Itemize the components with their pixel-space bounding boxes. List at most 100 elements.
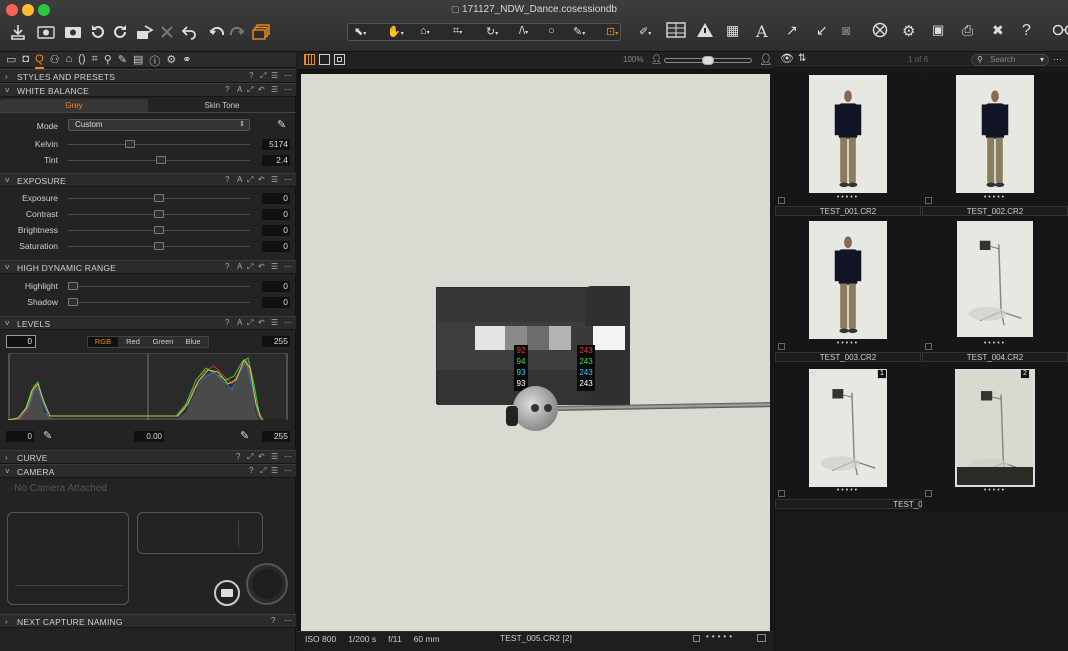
tab-grey[interactable]: Grey [0,99,148,112]
rotate-right-icon[interactable] [110,20,132,44]
section-styles-presets[interactable]: › STYLES AND PRESETS? ⤢ ☰ ⋯ [0,69,296,83]
rotate-cursor-icon[interactable]: ↻▾ [486,25,512,39]
exposure-slider-knob[interactable] [154,194,164,202]
thumbnail-rating[interactable]: ••••• [922,487,1068,494]
live-view-button[interactable] [214,580,240,606]
export-icon[interactable] [134,20,156,44]
crop-cursor-icon[interactable]: ⌗▾ [453,25,479,39]
levels-mid-input[interactable]: 0.00 [134,431,164,442]
reset-icon[interactable]: ↶ [258,85,265,94]
levels-right-input[interactable]: 255 [262,336,290,347]
exposure-value[interactable]: 0 [262,225,290,236]
thumbnail-cell[interactable]: ••••• TEST_004.CR2 [922,219,1068,365]
reset-icon[interactable]: ↶ [258,318,265,327]
copy-icon[interactable]: ⤢ [247,175,253,185]
copy-icon[interactable]: ⤢ [260,466,266,476]
highlight-picker-icon[interactable]: ✎ [240,429,249,442]
sort-icon[interactable]: ⇅ [798,53,806,64]
more-icon[interactable]: ⋯ [284,466,292,475]
select-cursor-icon[interactable]: ⬉▾ [354,25,380,39]
thumbnail-cell[interactable]: ••••• TEST_002.CR2 [922,73,1068,219]
undo-icon[interactable] [178,20,200,44]
section-levels[interactable]: ˅ LEVELS? A ⤢ ↶ ☰ ⋯ [0,316,296,330]
import-icon[interactable] [7,20,29,44]
thumbnail-image[interactable] [957,221,1033,337]
main-image[interactable]: 92 94 93 93 243 243 243 243 [301,74,771,631]
exposure-value[interactable]: 0 [262,209,290,220]
tint-knob[interactable] [155,156,166,164]
levels-left-input[interactable]: 0 [6,335,36,348]
exposure-value[interactable]: 0 [262,193,290,204]
local-tab-icon[interactable]: ✎ [118,53,127,69]
multi-view-icon[interactable] [304,54,315,65]
auto-icon[interactable]: A [237,175,242,184]
hdr-value[interactable]: 0 [262,297,290,308]
delete-icon[interactable] [156,20,178,44]
help-icon[interactable]: ? [249,466,253,475]
exposure-slider-knob[interactable] [154,226,164,234]
annotation-cursor-icon[interactable]: ✐▾ [639,25,665,39]
channel-green[interactable]: Green [148,337,178,347]
thumbnail-image[interactable] [809,369,887,487]
reset-icon[interactable]: ↶ [258,262,265,271]
text-icon[interactable]: A [756,22,778,41]
auto-icon[interactable]: A [237,318,242,327]
thumbnail-image[interactable] [809,75,887,193]
channel-red[interactable]: Red [118,337,148,347]
thumbnail-rating[interactable]: ••••• [775,487,921,494]
apply-icon[interactable]: ↙ [816,22,834,40]
auto-icon[interactable]: A [237,262,242,271]
color-tag-icon[interactable] [757,634,766,642]
thumbnail-rating[interactable]: ••••• [922,340,1068,347]
exposure-value[interactable]: 0 [262,241,290,252]
thumbnail-image[interactable] [955,369,1035,487]
copy-icon[interactable]: ⤢ [247,85,253,95]
browser-more-icon[interactable]: ⋯ [1053,54,1062,65]
redo-icon[interactable] [226,20,248,44]
help-icon[interactable]: ? [1022,22,1044,40]
pick-arrow-icon[interactable]: ↗ [786,22,808,40]
channel-blue[interactable]: Blue [178,337,208,347]
thumbnail-image[interactable] [956,75,1034,193]
keystone-cursor-icon[interactable]: /\▾ [519,25,541,39]
hdr-slider-knob[interactable] [68,282,78,290]
variants-icon[interactable] [250,20,272,44]
eye-icon[interactable]: 👁︎ [780,52,794,65]
color-editor-icon[interactable]: ▦ [726,22,748,40]
more-icon[interactable]: ⋯ [284,318,292,327]
color-tab-icon[interactable]: Q [35,53,44,69]
zoom-slider[interactable] [664,56,752,65]
brush-cursor-icon[interactable]: ✎▾ [573,25,599,39]
menu-icon[interactable]: ☰ [271,71,278,80]
rating-stars[interactable]: ••••• [706,632,735,641]
camera-icon[interactable]: ◙ [842,22,864,40]
exposure-tab-icon[interactable]: ⚇ [50,53,60,69]
spot-cursor-icon[interactable]: ○ [548,25,566,39]
picker-cursor-icon[interactable]: ⊡▾ [606,25,632,39]
capture-button[interactable] [246,563,288,605]
select-checkbox[interactable] [693,635,700,642]
primary-view-icon[interactable] [334,54,345,65]
hdr-value[interactable]: 0 [262,281,290,292]
rotate-left-icon[interactable] [86,20,108,44]
metadata-tab-icon[interactable]: ▤ [133,53,143,69]
kelvin-value[interactable]: 5174 [262,139,290,150]
exposure-slider-knob[interactable] [154,210,164,218]
copy-icon[interactable]: ⤢ [247,318,253,328]
menu-icon[interactable]: ☰ [271,175,278,184]
section-curve[interactable]: › CURVE? ⤢ ↶ ☰ ⋯ [0,450,296,464]
levels-low-input[interactable]: 0 [6,431,34,442]
levels-high-input[interactable]: 255 [262,431,290,442]
exposure-warning-icon[interactable]: ▣ [932,22,954,40]
auto-icon[interactable]: A [237,85,242,94]
more-icon[interactable]: ⋯ [284,616,292,625]
help-icon[interactable]: ? [225,318,229,327]
menu-icon[interactable]: ☰ [271,262,278,271]
capture-fill-icon[interactable] [62,20,84,44]
thumbnail-rating[interactable]: ••••• [775,340,921,347]
more-icon[interactable]: ⋯ [284,85,292,94]
styles-tab-icon[interactable]: ⚭ [182,53,191,69]
pan-cursor-icon[interactable]: ✋▾ [387,25,413,39]
section-hdr[interactable]: ˅ HIGH DYNAMIC RANGE? A ⤢ ↶ ☰ ⋯ [0,260,296,274]
menu-icon[interactable]: ☰ [271,452,278,461]
